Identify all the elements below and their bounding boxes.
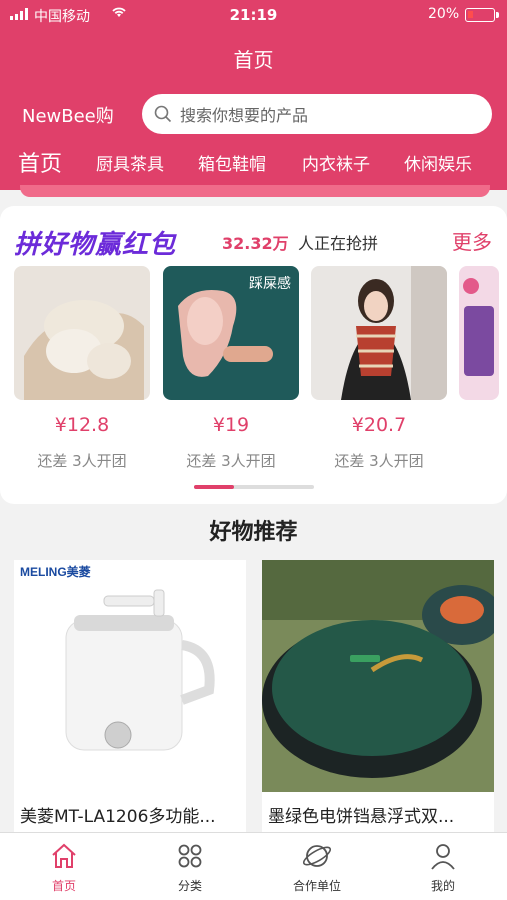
item-price: ¥20.7 (351, 414, 407, 436)
search-icon (154, 105, 172, 123)
product-name: 墨绿色电饼铛悬浮式双... (268, 807, 455, 827)
group-item[interactable]: 还 (459, 266, 507, 400)
tab-home[interactable]: 首页 (18, 146, 62, 178)
group-item[interactable]: ¥20.7 还差 3人开团 (311, 266, 447, 470)
planet-icon (302, 845, 332, 867)
item-price: ¥12.8 (54, 414, 110, 436)
recommend-title: 好物推荐 (209, 520, 298, 545)
group-buy-section: 拼好物赢红包 32.32万 人正在抢拼 更多 ¥12.8 还差 3人开团 踩屎感 (0, 206, 507, 504)
product-card[interactable]: 墨绿色电饼铛悬浮式双... (262, 560, 494, 832)
product-image (311, 266, 447, 400)
tab-leisure[interactable]: 休闲娱乐 (404, 150, 472, 175)
group-item[interactable]: ¥12.8 还差 3人开团 (14, 266, 150, 470)
product-image (459, 266, 499, 400)
status-bar: 中国移动 21:19 20% (0, 0, 507, 30)
tab-bar-category[interactable]: 分类 (140, 841, 240, 894)
tab-bags-shoes[interactable]: 箱包鞋帽 (198, 150, 266, 175)
tab-bar-label: 合作单位 (292, 879, 341, 893)
product-image: 踩屎感 (163, 266, 299, 400)
home-icon (52, 843, 76, 868)
item-price: ¥19 (212, 414, 250, 436)
search-placeholder: 搜索你想要的产品 (180, 106, 309, 125)
user-icon (431, 844, 455, 870)
battery-icon (465, 8, 499, 22)
tab-kitchenware[interactable]: 厨具茶具 (96, 150, 164, 175)
group-buy-count-text: 人正在抢拼 (298, 234, 379, 253)
search-input[interactable]: 搜索你想要的产品 (142, 94, 492, 134)
item-note: 还差 3人开团 (186, 452, 276, 470)
page-title: 首页 (233, 48, 274, 72)
item-note: 还差 3人开团 (334, 452, 424, 470)
product-image (262, 560, 494, 792)
tab-bar-mine[interactable]: 我的 (393, 841, 493, 894)
tab-bar-partners[interactable]: 合作单位 (267, 841, 367, 894)
brand-logo[interactable]: NewBee购 (22, 102, 114, 128)
product-image: MELING美菱 (14, 560, 246, 792)
tab-bar-home[interactable]: 首页 (14, 841, 114, 894)
tab-bar-label: 首页 (51, 879, 76, 893)
tab-underwear[interactable]: 内衣袜子 (302, 150, 370, 175)
bottom-tab-bar: 首页 分类 合作单位 我的 (0, 832, 507, 900)
header: 中国移动 21:19 20% 首页 NewBee购 搜索你想要的产品 首页 厨具… (0, 0, 507, 190)
group-item[interactable]: 踩屎感 ¥19 还差 3人开团 (163, 266, 299, 470)
category-tabs: 首页 厨具茶具 箱包鞋帽 内衣袜子 休闲娱乐 (0, 150, 507, 184)
group-buy-count: 32.32万 (222, 234, 289, 253)
product-brand-logo: MELING美菱 (20, 564, 91, 579)
product-card[interactable]: MELING美菱 美菱MT-LA1206多功能... (14, 560, 246, 832)
banner-carousel[interactable] (20, 185, 490, 197)
carousel-indicator (194, 485, 314, 489)
tab-bar-label: 分类 (177, 879, 202, 893)
battery-percent: 20% (428, 6, 460, 22)
grid-icon (178, 844, 202, 868)
item-note: 还差 3人开团 (37, 452, 127, 470)
more-link[interactable]: 更多 (452, 226, 492, 255)
tab-bar-label: 我的 (430, 879, 455, 893)
group-buy-title: 拼好物赢红包 (14, 230, 177, 260)
product-image (14, 266, 150, 400)
product-name: 美菱MT-LA1206多功能... (20, 807, 216, 827)
product-image-label: 踩屎感 (249, 275, 291, 292)
